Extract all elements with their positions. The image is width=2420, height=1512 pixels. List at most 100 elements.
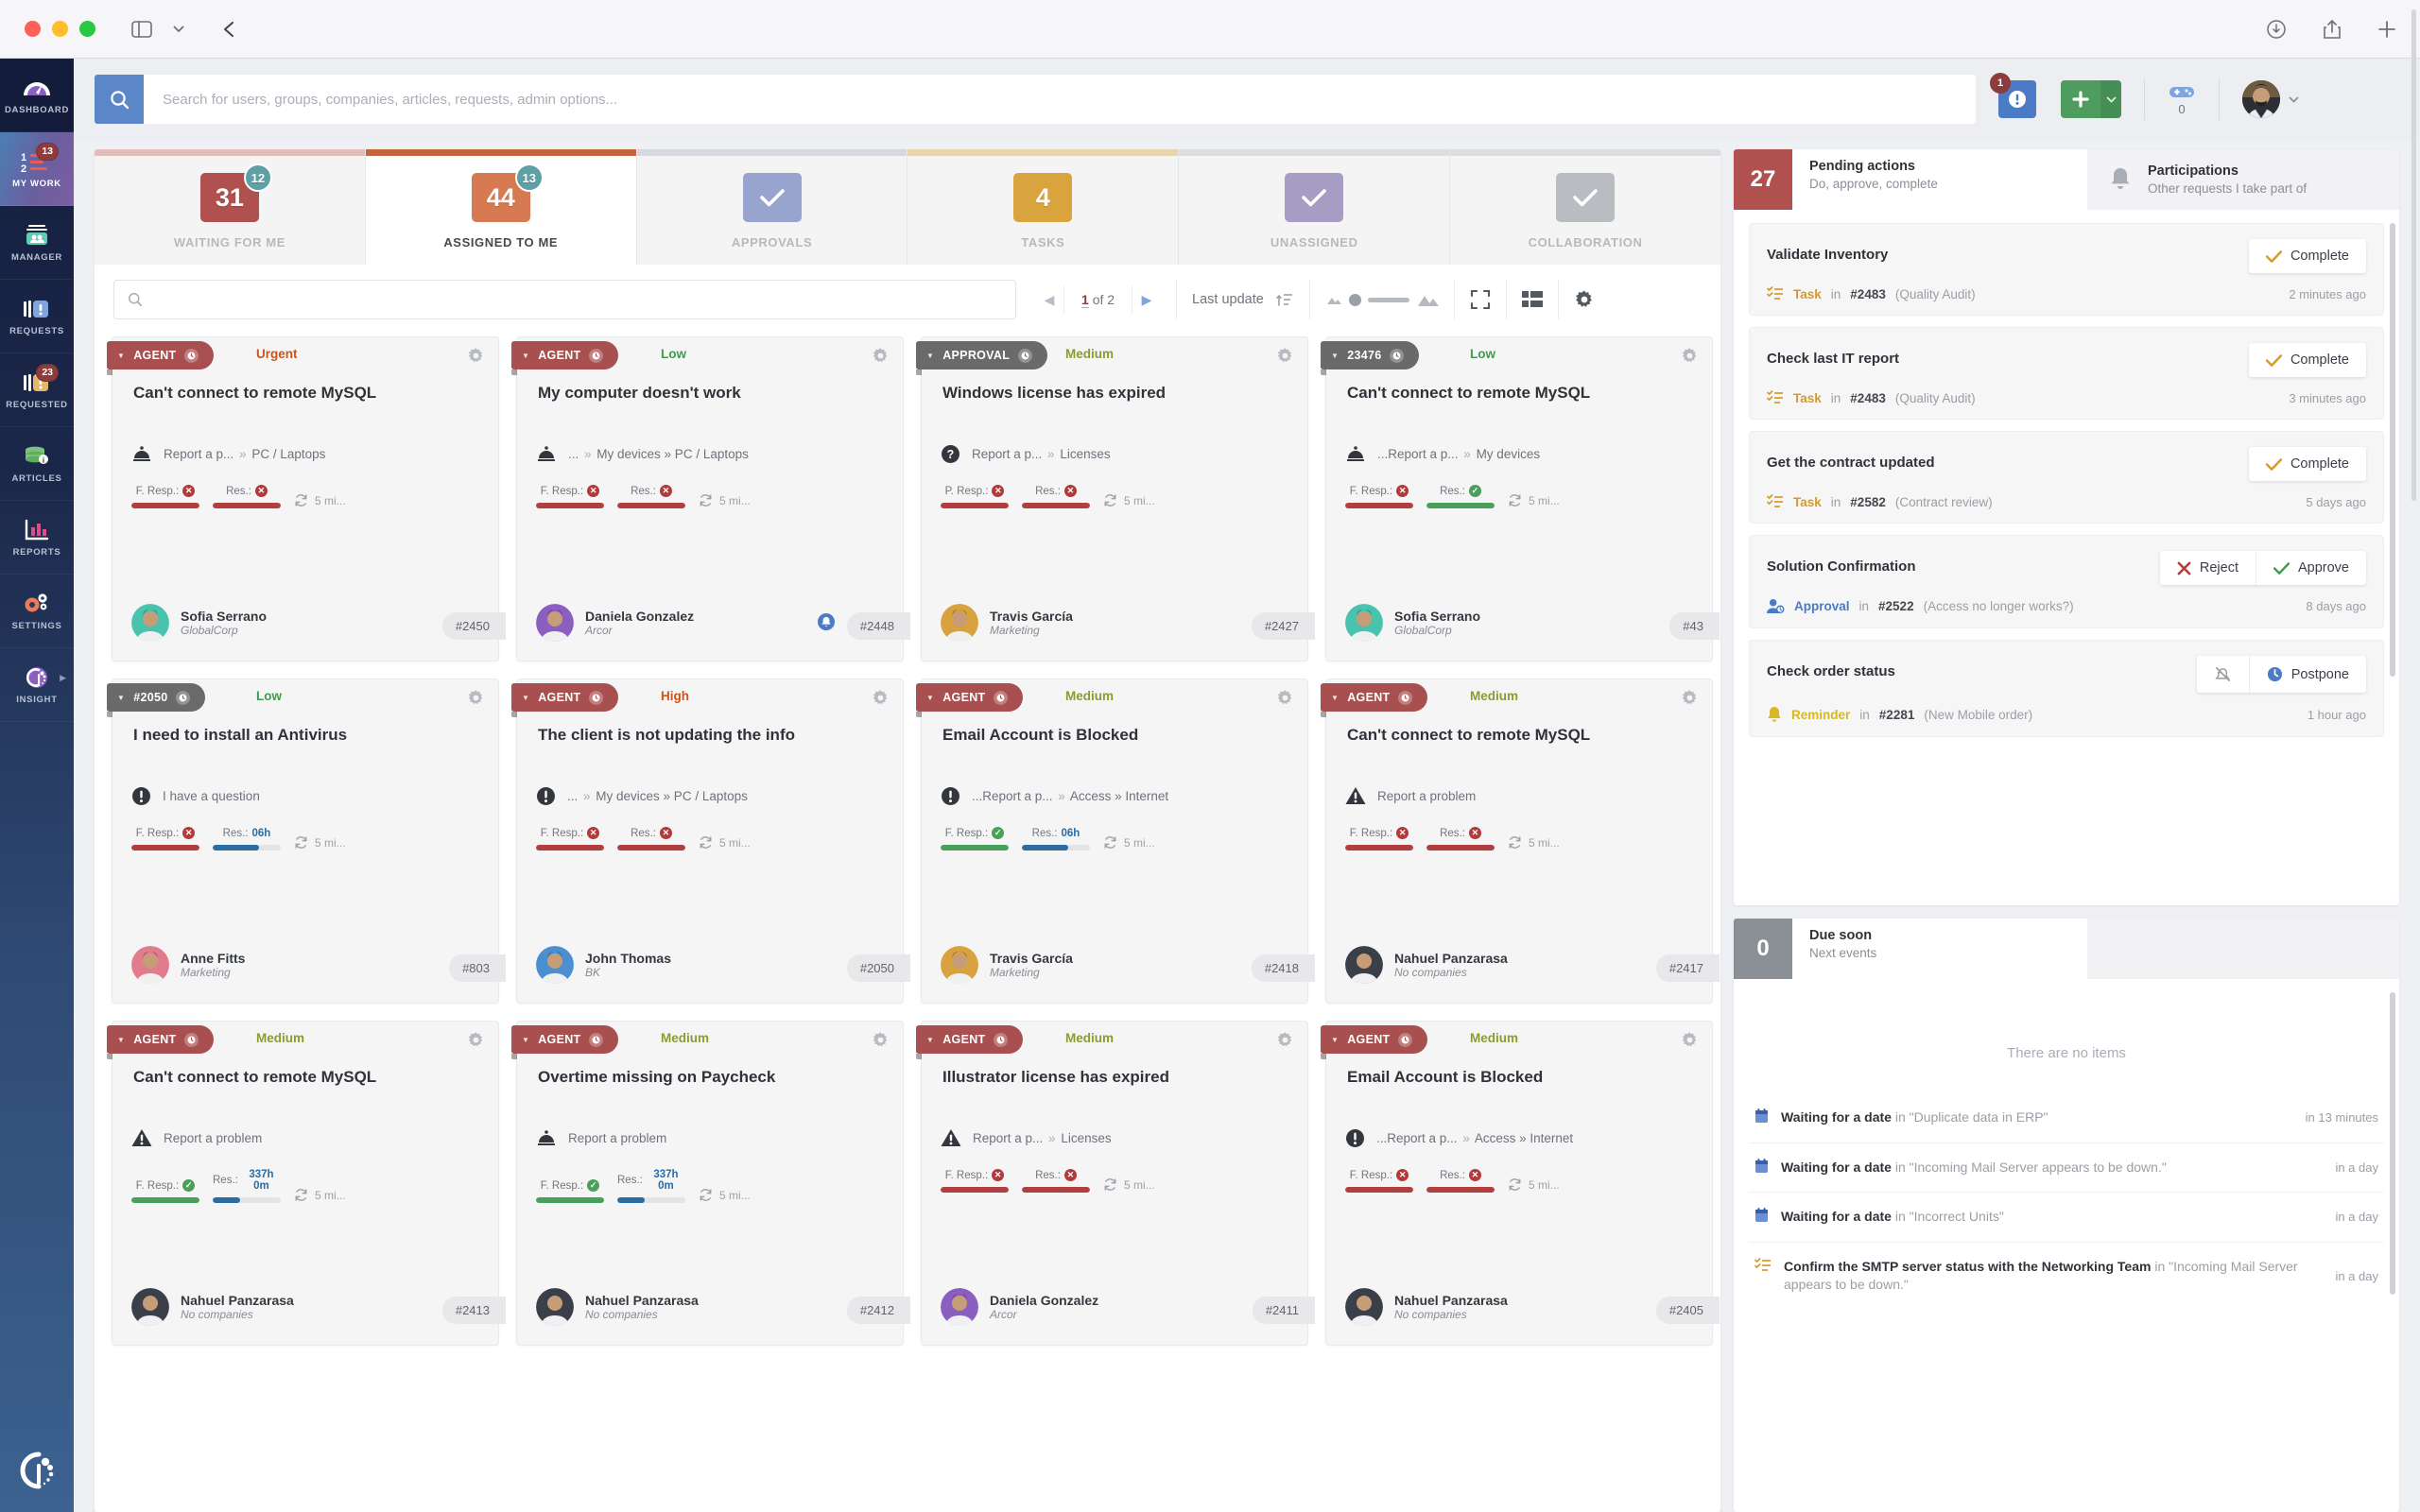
create-new-button[interactable] <box>2061 80 2121 118</box>
Complete-button[interactable]: Complete <box>2249 343 2366 377</box>
card-ticket-id[interactable]: #2412 <box>846 1297 910 1324</box>
sort-icon[interactable] <box>1275 290 1294 309</box>
card-settings-gear-icon[interactable] <box>872 347 890 365</box>
card-ticket-id[interactable]: #2417 <box>1655 954 1720 982</box>
sidebar-toggle-icon[interactable] <box>131 20 152 38</box>
board-filter[interactable] <box>113 280 1016 319</box>
due-soon-event[interactable]: Confirm the SMTP server status with the … <box>1749 1241 2384 1310</box>
card-type-ribbon[interactable]: ▼ AGENT <box>916 1025 1024 1059</box>
share-icon[interactable] <box>2324 19 2341 39</box>
download-icon[interactable] <box>2267 19 2286 39</box>
request-card[interactable]: ▼ 23476 Low Can't connect to remote MySQ… <box>1321 336 1720 662</box>
card-settings-gear-icon[interactable] <box>872 1031 890 1049</box>
back-arrow-icon[interactable] <box>222 21 237 38</box>
card-type-ribbon[interactable]: ▼ AGENT <box>511 683 619 717</box>
request-card[interactable]: ▼ AGENT High The client is not updating … <box>511 679 910 1004</box>
tab-approvals[interactable]: APPROVALS <box>636 149 908 265</box>
card-ticket-id[interactable]: #2411 <box>1252 1297 1315 1324</box>
card-settings-gear-icon[interactable] <box>1276 1031 1294 1049</box>
card-notification-bell-icon[interactable] <box>816 611 837 632</box>
Reject-button[interactable]: Reject <box>2160 551 2256 585</box>
due-soon-event[interactable]: Waiting for a date in "Duplicate data in… <box>1749 1093 2384 1143</box>
sidebar-item-manager[interactable]: MANAGER <box>0 206 74 280</box>
sidebar-item-reports[interactable]: REPORTS <box>0 501 74 575</box>
request-card[interactable]: ▼ AGENT Low My computer doesn't work ...… <box>511 336 910 662</box>
request-card[interactable]: ▼ AGENT Medium Can't connect to remote M… <box>107 1021 506 1346</box>
chevron-right-icon[interactable]: ▶ <box>60 673 66 683</box>
pending-action-item[interactable]: Get the contract updated Complete Task i… <box>1749 431 2384 524</box>
sidebar-item-requested[interactable]: 23 REQUESTED <box>0 353 74 427</box>
card-settings-gear-icon[interactable] <box>872 689 890 707</box>
sidebar-item-requests[interactable]: REQUESTS <box>0 280 74 353</box>
close-window-button[interactable] <box>25 21 41 37</box>
card-settings-gear-icon[interactable] <box>1681 689 1699 707</box>
card-type-ribbon[interactable]: ▼ APPROVAL <box>916 341 1048 375</box>
tab-unassigned[interactable]: UNASSIGNED <box>1179 149 1451 265</box>
gamification-button[interactable]: 0 <box>2168 83 2196 116</box>
card-ticket-id[interactable]: #2427 <box>1251 612 1315 640</box>
due-soon-alt-tab[interactable] <box>2087 919 2399 979</box>
request-card[interactable]: ▼ AGENT Medium Can't connect to remote M… <box>1321 679 1720 1004</box>
request-card[interactable]: ▼ AGENT Urgent Can't connect to remote M… <box>107 336 506 662</box>
card-ticket-id[interactable]: #2413 <box>441 1297 506 1324</box>
pending-scrollbar[interactable] <box>2390 223 2395 677</box>
request-card[interactable]: ▼ #2050 Low I need to install an Antivir… <box>107 679 506 1004</box>
request-card[interactable]: ▼ AGENT Medium Email Account is Blocked … <box>1321 1021 1720 1346</box>
due-soon-event[interactable]: Waiting for a date in "Incorrect Units" … <box>1749 1192 2384 1242</box>
tab-assigned-to-me[interactable]: 44 13 ASSIGNED TO ME <box>365 149 637 265</box>
request-card[interactable]: ▼ APPROVAL Medium Windows license has ex… <box>916 336 1315 662</box>
card-ticket-id[interactable]: #2418 <box>1251 954 1315 982</box>
due-soon-event[interactable]: Waiting for a date in "Incoming Mail Ser… <box>1749 1142 2384 1193</box>
sidebar-item-my-work[interactable]: 1 2 13 MY WORK <box>0 132 74 206</box>
tab-tasks[interactable]: 4 TASKS <box>908 149 1180 265</box>
user-menu[interactable] <box>2242 80 2299 118</box>
pending-action-item[interactable]: Solution Confirmation Reject Approve App… <box>1749 535 2384 628</box>
card-type-ribbon[interactable]: ▼ AGENT <box>916 683 1024 717</box>
page-indicator[interactable]: 1 of 2 <box>1063 285 1133 314</box>
card-settings-gear-icon[interactable] <box>1681 1031 1699 1049</box>
new-tab-icon[interactable] <box>2378 20 2395 38</box>
card-settings-gear-icon[interactable] <box>1681 347 1699 365</box>
size-slider-handle[interactable] <box>1348 293 1361 306</box>
mute-button[interactable] <box>2197 656 2249 693</box>
sidebar-item-dashboard[interactable]: DASHBOARD <box>0 59 74 132</box>
due-soon-scrollbar[interactable] <box>2390 992 2395 1295</box>
card-size-control[interactable] <box>1308 280 1454 319</box>
sidebar-item-articles[interactable]: i ARTICLES <box>0 427 74 501</box>
Complete-button[interactable]: Complete <box>2249 239 2366 273</box>
board-settings-control[interactable] <box>1557 280 1610 319</box>
participations-tab[interactable]: Participations Other requests I take par… <box>2087 149 2399 210</box>
card-settings-gear-icon[interactable] <box>467 689 485 707</box>
card-ticket-id[interactable]: #2405 <box>1655 1297 1720 1324</box>
request-card[interactable]: ▼ AGENT Medium Illustrator license has e… <box>916 1021 1315 1346</box>
card-ticket-id[interactable]: #2450 <box>441 612 506 640</box>
card-ticket-id[interactable]: #43 <box>1669 612 1720 640</box>
card-ticket-id[interactable]: #2050 <box>846 954 910 982</box>
request-card[interactable]: ▼ AGENT Medium Email Account is Blocked … <box>916 679 1315 1004</box>
pending-action-item[interactable]: Check order status Postpone Reminder in … <box>1749 640 2384 737</box>
fullscreen-control[interactable] <box>1453 280 1506 319</box>
card-type-ribbon[interactable]: ▼ #2050 <box>107 683 206 717</box>
tab-collaboration[interactable]: COLLABORATION <box>1450 149 1720 265</box>
prev-page-button[interactable]: ◀ <box>1035 284 1063 316</box>
list-view-control[interactable] <box>1505 280 1558 319</box>
sidebar-item-insight[interactable]: ▶ INSIGHT <box>0 648 74 722</box>
card-type-ribbon[interactable]: ▼ AGENT <box>511 341 619 375</box>
card-type-ribbon[interactable]: ▼ AGENT <box>1321 1025 1428 1059</box>
card-type-ribbon[interactable]: ▼ AGENT <box>107 1025 215 1059</box>
chevron-down-icon[interactable] <box>2100 80 2121 118</box>
board-filter-input[interactable] <box>152 292 1002 307</box>
alerts-button[interactable]: 1 <box>1990 73 2036 118</box>
fullscreen-icon[interactable] <box>1470 289 1491 310</box>
size-slider-track[interactable] <box>1367 297 1409 302</box>
Approve-button[interactable]: Approve <box>2255 551 2366 585</box>
chevron-down-icon[interactable] <box>173 25 184 33</box>
zoom-window-button[interactable] <box>79 21 95 37</box>
card-settings-gear-icon[interactable] <box>467 347 485 365</box>
board-scrollbar[interactable] <box>2411 9 2416 501</box>
pending-action-item[interactable]: Validate Inventory Complete Task in #248… <box>1749 223 2384 316</box>
search-input[interactable] <box>144 75 1976 124</box>
next-page-button[interactable]: ▶ <box>1132 284 1161 316</box>
list-view-icon[interactable] <box>1521 291 1543 308</box>
card-type-ribbon[interactable]: ▼ AGENT <box>511 1025 619 1059</box>
